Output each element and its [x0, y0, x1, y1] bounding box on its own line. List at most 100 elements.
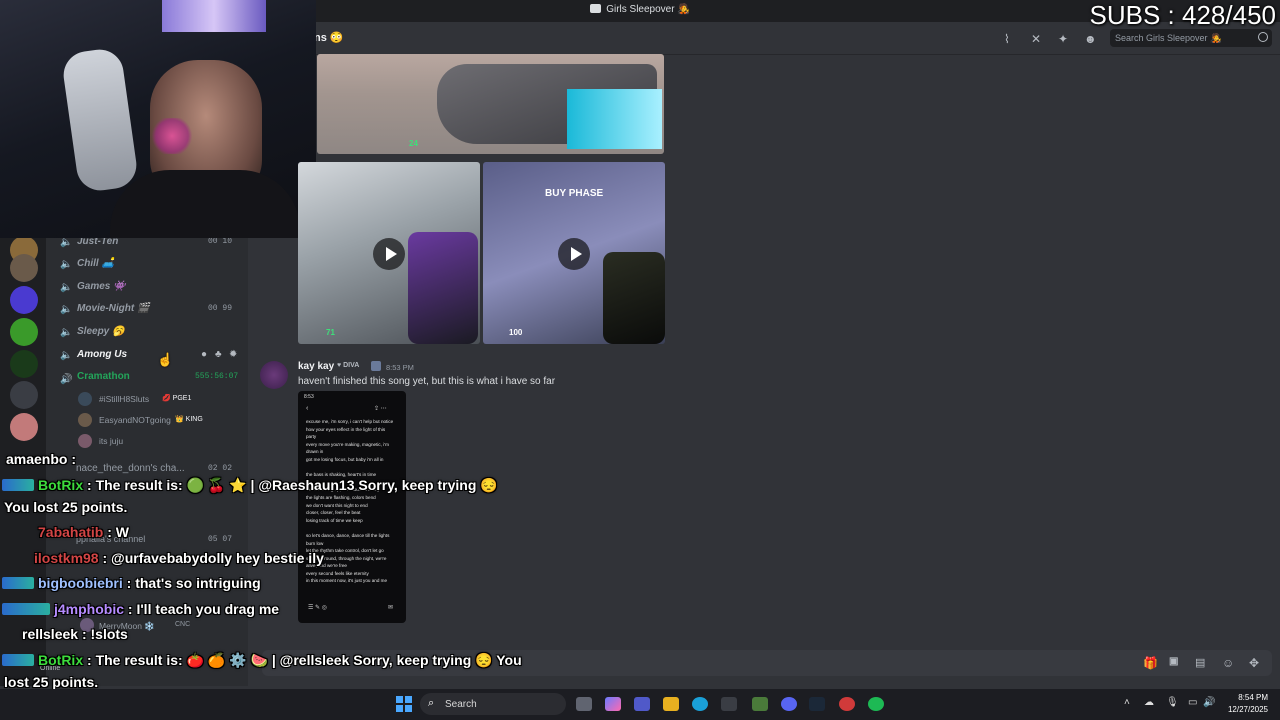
server-icon[interactable] [10, 381, 38, 409]
lyric-line: in this moment now, it's just you and me [306, 578, 388, 584]
taskbar-search[interactable] [420, 693, 566, 715]
channel-counts: 02 02 [208, 464, 233, 473]
cloud-icon[interactable]: ☁ [1144, 697, 1154, 708]
task-view-icon[interactable] [576, 697, 592, 711]
pin-icon[interactable]: ✦ [1058, 32, 1072, 46]
server-icon[interactable] [10, 413, 38, 441]
chat-text: : @urfavebabydolly hey bestie ily [102, 550, 324, 566]
back-arrow-icon: ‹ [306, 405, 309, 412]
chat-text: : W [107, 524, 130, 540]
mute-icon[interactable]: ✕ [1031, 32, 1045, 46]
members-icon[interactable]: ☻ [1084, 32, 1098, 46]
app-icon[interactable] [839, 697, 855, 711]
weapon-screen [567, 89, 662, 149]
search-icon: ⌕ [428, 697, 435, 709]
speaker-icon: 🔈 [60, 282, 73, 293]
clock-date[interactable]: 12/27/2025 [1222, 705, 1268, 714]
streamer-body [110, 170, 300, 238]
lyric-line: closer, closer, feel the beat [306, 510, 361, 516]
edge-icon[interactable] [692, 697, 708, 711]
lyric-line [306, 524, 402, 532]
share-icon: ⇪ ⋯ [374, 406, 387, 412]
chat-message: j4mphobic : I'll teach you drag me [54, 601, 279, 617]
invite-icon[interactable]: ♣ [215, 349, 222, 360]
channel-counts: 00 10 [208, 237, 233, 246]
chat-icon[interactable]: ● [201, 349, 207, 360]
chat-message: amaenbo : [6, 451, 76, 467]
webcam-overlay [0, 0, 316, 238]
discord-taskbar-icon[interactable] [781, 697, 797, 711]
chat-username: j4mphobic [54, 601, 125, 617]
server-icon[interactable] [10, 350, 38, 378]
voice-user-tag: CNC [175, 621, 191, 628]
clock-time[interactable]: 8:54 PM [1228, 693, 1268, 702]
teams-icon[interactable] [634, 697, 650, 711]
threads-icon[interactable]: ⌇ [1004, 32, 1018, 46]
image-attachment[interactable]: 8:53 ‹ ⇪ ⋯ excuse me, i'm sorry, i can't… [298, 391, 406, 623]
store-icon[interactable] [721, 697, 737, 711]
server-icon-kore-live[interactable] [10, 286, 38, 314]
badge-icon [371, 361, 381, 371]
buy-phase-label: BUY PHASE [545, 188, 604, 199]
avatar[interactable] [260, 361, 288, 389]
spotify-icon[interactable] [868, 697, 884, 711]
message-author[interactable]: kay kay [298, 361, 334, 372]
server-icon[interactable] [10, 254, 38, 282]
video-thumbnail[interactable]: BUY PHASE 100 [483, 162, 665, 344]
channel-item[interactable]: Chill 🛋️ [77, 258, 114, 269]
channel-item[interactable]: Movie-Night 🎬 [77, 303, 149, 314]
windows-start-icon[interactable] [396, 696, 412, 712]
voice-user-name[interactable]: its juju [99, 436, 123, 446]
voice-user-name[interactable]: #iStillH8Sluts [99, 394, 149, 404]
gift-icon[interactable]: 🎁 [1143, 656, 1158, 670]
steam-icon[interactable] [809, 697, 825, 711]
channel-item[interactable]: Sleepy 🥱 [77, 326, 124, 337]
chat-text: lost 25 points. [4, 674, 99, 690]
server-icon[interactable] [10, 318, 38, 346]
channel-item[interactable]: nace_thee_donn's cha... [76, 463, 185, 474]
display-icon[interactable]: ▭ [1188, 697, 1197, 708]
message-timestamp: 8:53 PM [386, 363, 414, 372]
channel-header-name: ns 😳 [314, 32, 344, 44]
microphone-icon[interactable]: 🎙 [1166, 697, 1179, 708]
chat-text: : I'll teach you drag me [127, 601, 280, 617]
search-icon[interactable] [1258, 32, 1268, 42]
weapon-render [603, 252, 665, 344]
lyric-line: how your eyes reflect in the light of th… [306, 426, 386, 432]
lyric-line: losing track of time we keep [306, 517, 363, 523]
sticker-icon[interactable]: ▤ [1195, 656, 1205, 669]
voice-user-name[interactable]: EasyandNOTgoing [99, 415, 171, 425]
chat-message: BotRix : The result is: 🟢 🍒 ⭐ | @Raeshau… [38, 477, 498, 494]
volume-icon[interactable]: 🔊 [1203, 697, 1215, 708]
channel-counts: 00 99 [208, 304, 233, 313]
voice-channel-name[interactable]: Cramathon [77, 371, 130, 382]
emoji-icon[interactable]: ☺ [1222, 656, 1234, 670]
avatar [78, 392, 92, 406]
tray-chevron-icon[interactable]: ˄ [1124, 697, 1130, 708]
apps-icon[interactable]: ✥ [1249, 656, 1259, 670]
copilot-icon[interactable] [605, 697, 621, 711]
cursor-icon: ☝ [157, 352, 174, 367]
taskbar-search-label: Search [445, 699, 477, 710]
play-button[interactable] [558, 238, 590, 270]
avatar [78, 434, 92, 448]
chat-username: ilostkm98 [34, 550, 99, 566]
chat-text: You lost 25 points. [4, 499, 128, 515]
play-button[interactable] [373, 238, 405, 270]
video-thumbnail[interactable]: 24 [317, 54, 664, 154]
settings-icon[interactable]: ✹ [229, 349, 237, 360]
channel-item[interactable]: Among Us [77, 349, 127, 360]
voice-user-tag: 👑 KING [175, 416, 203, 423]
chat-message: bigboobiebri : that's so intriguing [38, 575, 261, 591]
channel-item[interactable]: Games 👾 [77, 281, 126, 292]
gif-icon[interactable]: ▣ [1169, 656, 1178, 667]
file-explorer-icon[interactable] [663, 697, 679, 711]
role-badge: ♥ DIVA [337, 362, 360, 369]
hp-value: 100 [509, 328, 523, 337]
app-icon[interactable] [752, 697, 768, 711]
phone-toolbar: ☰ ✎ ◎ [308, 605, 327, 611]
chat-message: BotRix : The result is: 🍅 🍊 ⚙️ 🍉 | @rell… [38, 652, 522, 669]
phone-status-bar: 8:53 [304, 394, 314, 400]
video-thumbnail[interactable]: 71 [298, 162, 480, 344]
lyric-line: excuse me, i'm sorry, i can't help but n… [306, 419, 394, 424]
